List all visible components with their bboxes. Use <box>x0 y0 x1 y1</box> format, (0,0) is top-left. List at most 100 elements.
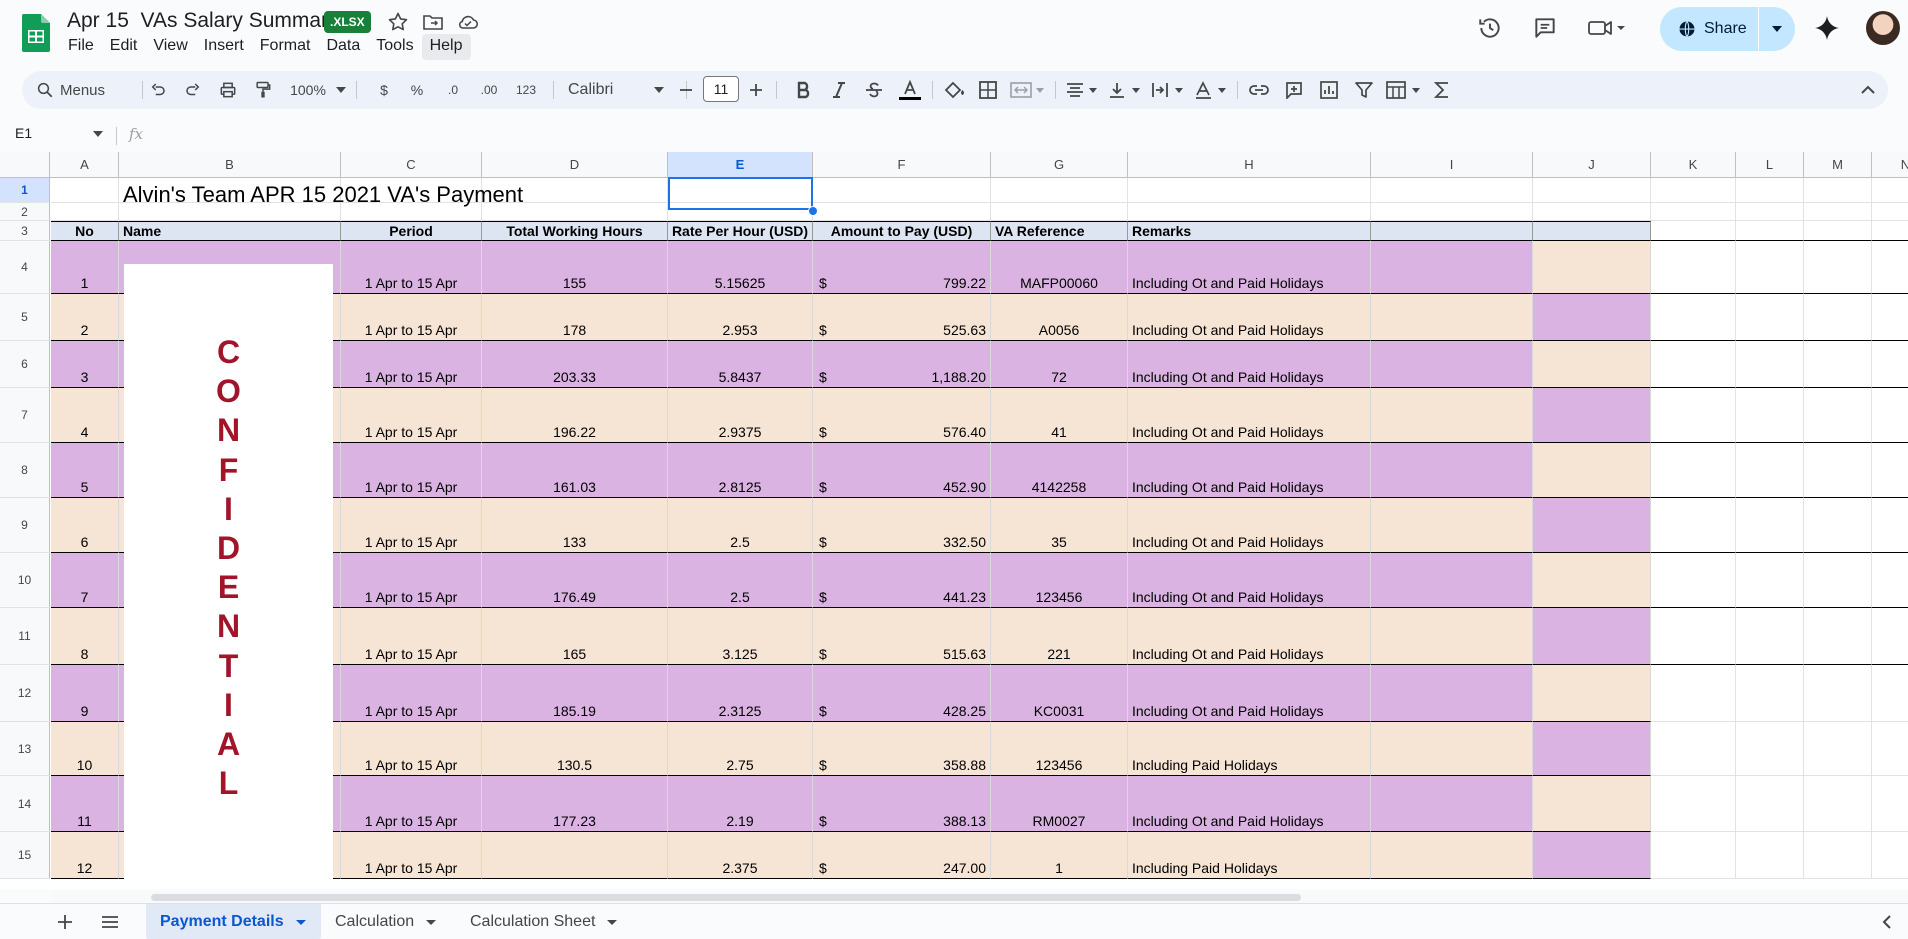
rate-cell[interactable]: 5.15625 <box>668 241 813 294</box>
text-wrap-button[interactable] <box>1149 78 1187 102</box>
cell-k14[interactable] <box>1651 776 1736 832</box>
cell-l6[interactable] <box>1736 341 1804 388</box>
period-cell[interactable]: 1 Apr to 15 Apr <box>341 294 482 341</box>
paint-format-button[interactable] <box>250 78 276 102</box>
fill-handle[interactable] <box>808 206 818 216</box>
hours-cell[interactable]: 178 <box>482 294 668 341</box>
cell-m11[interactable] <box>1804 608 1872 665</box>
cell-f2[interactable] <box>813 203 991 221</box>
remarks-cell[interactable]: Including Paid Holidays <box>1128 832 1371 879</box>
rate-cell[interactable]: 2.5 <box>668 498 813 553</box>
insert-chart-button[interactable] <box>1316 78 1342 102</box>
remarks-cell[interactable]: Including Ot and Paid Holidays <box>1128 553 1371 608</box>
insert-link-button[interactable] <box>1246 78 1272 102</box>
cell-l1[interactable] <box>1736 178 1804 203</box>
hours-cell[interactable] <box>482 832 668 879</box>
row-header-2[interactable]: 2 <box>0 203 50 221</box>
hours-cell[interactable]: 196.22 <box>482 388 668 443</box>
column-header-a[interactable]: A <box>51 152 119 177</box>
cell-g2[interactable] <box>991 203 1128 221</box>
no-cell[interactable]: 6 <box>51 498 119 553</box>
column-header-i[interactable]: I <box>1371 152 1533 177</box>
cell-m10[interactable] <box>1804 553 1872 608</box>
cell-l3[interactable] <box>1736 221 1804 241</box>
column-header-f[interactable]: F <box>813 152 991 177</box>
header-rate[interactable]: Rate Per Hour (USD) <box>668 221 813 241</box>
user-avatar[interactable] <box>1866 11 1900 45</box>
column-header-e[interactable]: E <box>668 152 813 177</box>
ref-cell[interactable]: MAFP00060 <box>991 241 1128 294</box>
cell-l15[interactable] <box>1736 832 1804 879</box>
rate-cell[interactable]: 2.8125 <box>668 443 813 498</box>
cell-l4[interactable] <box>1736 241 1804 294</box>
row-header-4[interactable]: 4 <box>0 241 50 294</box>
percent-format-button[interactable]: % <box>407 78 427 102</box>
cell-a1[interactable] <box>51 178 119 203</box>
cell-n5[interactable] <box>1872 294 1908 341</box>
amount-cell[interactable]: $452.90 <box>813 443 991 498</box>
cell-l2[interactable] <box>1736 203 1804 221</box>
empty-cell[interactable] <box>1371 608 1533 665</box>
sheet-title-cell[interactable]: Alvin's Team APR 15 2021 VA's Payment <box>123 182 523 208</box>
cell-a2[interactable] <box>51 203 119 221</box>
move-folder-icon[interactable] <box>421 10 445 34</box>
row-header-15[interactable]: 15 <box>0 832 50 879</box>
cell-n10[interactable] <box>1872 553 1908 608</box>
comments-icon[interactable] <box>1532 15 1558 41</box>
empty-cell[interactable] <box>1371 388 1533 443</box>
cell-n3[interactable] <box>1872 221 1908 241</box>
formula-input[interactable] <box>160 125 1860 145</box>
cell-l11[interactable] <box>1736 608 1804 665</box>
column-header-k[interactable]: K <box>1651 152 1736 177</box>
cell-k3[interactable] <box>1651 221 1736 241</box>
column-header-l[interactable]: L <box>1736 152 1804 177</box>
cell-n6[interactable] <box>1872 341 1908 388</box>
name-box[interactable]: E1 <box>15 125 32 141</box>
ref-cell[interactable]: 1 <box>991 832 1128 879</box>
no-cell[interactable]: 12 <box>51 832 119 879</box>
no-cell[interactable]: 7 <box>51 553 119 608</box>
print-button[interactable] <box>215 78 241 102</box>
font-size-decrease-button[interactable] <box>674 78 698 102</box>
cell-h1[interactable] <box>1128 178 1371 203</box>
horizontal-align-button[interactable] <box>1063 78 1101 102</box>
no-cell[interactable]: 8 <box>51 608 119 665</box>
all-sheets-button[interactable] <box>100 914 120 935</box>
cell-n15[interactable] <box>1872 832 1908 879</box>
ref-cell[interactable]: 35 <box>991 498 1128 553</box>
period-cell[interactable]: 1 Apr to 15 Apr <box>341 443 482 498</box>
header-ref[interactable]: VA Reference <box>991 221 1128 241</box>
empty-cell[interactable] <box>1371 294 1533 341</box>
remarks-cell[interactable]: Including Paid Holidays <box>1128 722 1371 776</box>
vertical-align-button[interactable] <box>1106 78 1144 102</box>
cell-l7[interactable] <box>1736 388 1804 443</box>
rate-cell[interactable]: 2.3125 <box>668 665 813 722</box>
column-header-g[interactable]: G <box>991 152 1128 177</box>
rate-cell[interactable]: 2.75 <box>668 722 813 776</box>
share-button[interactable]: Share <box>1660 7 1795 51</box>
cell-l14[interactable] <box>1736 776 1804 832</box>
currency-format-button[interactable]: $ <box>374 78 394 102</box>
search-menus[interactable]: Menus <box>36 78 136 102</box>
header-period[interactable]: Period <box>341 221 482 241</box>
row-header-6[interactable]: 6 <box>0 341 50 388</box>
period-cell[interactable]: 1 Apr to 15 Apr <box>341 665 482 722</box>
empty-cell[interactable] <box>1533 608 1651 665</box>
row-header-7[interactable]: 7 <box>0 388 50 443</box>
menu-format[interactable]: Format <box>252 34 319 60</box>
text-rotation-button[interactable] <box>1192 78 1230 102</box>
tab-calculation-sheet[interactable]: Calculation Sheet <box>456 904 636 939</box>
amount-cell[interactable]: $515.63 <box>813 608 991 665</box>
rate-cell[interactable]: 5.8437 <box>668 341 813 388</box>
row-header-9[interactable]: 9 <box>0 498 50 553</box>
empty-cell[interactable] <box>1371 722 1533 776</box>
remarks-cell[interactable]: Including Ot and Paid Holidays <box>1128 443 1371 498</box>
row-header-13[interactable]: 13 <box>0 722 50 776</box>
hours-cell[interactable]: 161.03 <box>482 443 668 498</box>
period-cell[interactable]: 1 Apr to 15 Apr <box>341 498 482 553</box>
cell-n12[interactable] <box>1872 665 1908 722</box>
header-empty[interactable] <box>1533 221 1651 241</box>
no-cell[interactable]: 9 <box>51 665 119 722</box>
version-history-icon[interactable] <box>1477 15 1503 41</box>
document-title[interactable]: Apr 15 VAs Salary Summary <box>67 9 339 33</box>
